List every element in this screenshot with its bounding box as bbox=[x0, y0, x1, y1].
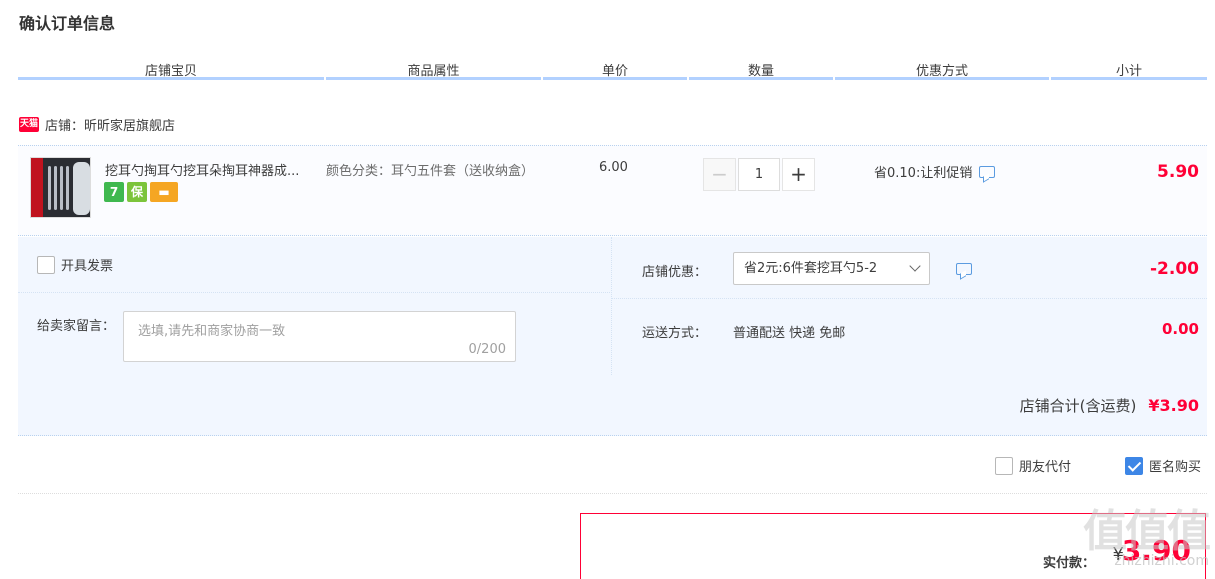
shop-coupon-select[interactable]: 省2元:6件套挖耳勺5-2 bbox=[733, 252, 930, 285]
shop-coupon-value: -2.00 bbox=[1150, 259, 1199, 279]
col-header-item: 店铺宝贝 bbox=[18, 58, 324, 80]
coupon-chat-icon[interactable] bbox=[956, 263, 972, 275]
invoice-checkbox[interactable] bbox=[37, 255, 55, 274]
message-label: 给卖家留言： bbox=[37, 319, 116, 334]
order-extra-panel: 开具发票 给卖家留言： 选填,请先和商家协商一致 0/200 店铺优惠： 省2元… bbox=[18, 237, 1207, 436]
unit-price: 6.00 bbox=[599, 160, 628, 175]
invoice-option[interactable]: 开具发票 bbox=[37, 255, 113, 274]
shipping-method: 普通配送 快递 免邮 bbox=[733, 326, 846, 341]
friend-pay-label: 朋友代付 bbox=[1019, 460, 1072, 475]
shipping-fee: 0.00 bbox=[1161, 320, 1199, 338]
promotion-text: 省0.10:让利促销 bbox=[874, 166, 973, 181]
watermark-url: zhizhizhi.com bbox=[1114, 553, 1209, 569]
shop-name-link[interactable]: 店铺：昕昕家居旗舰店 bbox=[45, 115, 175, 134]
shop-row: 天猫 店铺：昕昕家居旗舰店 bbox=[19, 114, 175, 134]
credit-card-icon[interactable]: ▬ bbox=[150, 182, 178, 202]
product-attribute: 颜色分类：耳勺五件套（送收纳盒） bbox=[326, 164, 535, 179]
message-placeholder: 选填,请先和商家协商一致 bbox=[138, 324, 286, 339]
guarantee-icon[interactable]: 保 bbox=[127, 182, 147, 202]
col-header-subtotal: 小计 bbox=[1051, 58, 1207, 80]
col-header-price: 单价 bbox=[543, 58, 687, 80]
shop-total-label: 店铺合计(含运费) bbox=[1019, 397, 1137, 415]
shop-total: 店铺合计(含运费) ¥3.90 bbox=[1020, 395, 1199, 416]
invoice-label: 开具发票 bbox=[61, 259, 114, 274]
watermark-logo: 值值值 bbox=[1083, 506, 1211, 557]
page-title: 确认订单信息 bbox=[19, 14, 116, 33]
item-subtotal: 5.90 bbox=[1157, 162, 1199, 182]
friend-pay-option[interactable]: 朋友代付 bbox=[995, 456, 1071, 475]
quantity-stepper: − 1 + bbox=[703, 158, 815, 191]
product-thumbnail[interactable] bbox=[30, 157, 91, 218]
seven-day-return-icon[interactable]: 7 bbox=[104, 182, 124, 202]
anonymous-option[interactable]: 匿名购买 bbox=[1125, 456, 1201, 475]
col-header-attribute: 商品属性 bbox=[326, 58, 541, 80]
anonymous-checkbox[interactable] bbox=[1125, 456, 1143, 475]
quantity-input[interactable]: 1 bbox=[738, 158, 780, 191]
promotion-info: 省0.10:让利促销 bbox=[874, 162, 996, 181]
message-char-counter: 0/200 bbox=[468, 342, 506, 357]
shipping-label: 运送方式： bbox=[642, 326, 708, 341]
chevron-down-icon bbox=[909, 260, 921, 272]
anonymous-label: 匿名购买 bbox=[1149, 460, 1202, 475]
col-header-quantity: 数量 bbox=[689, 58, 833, 80]
friend-pay-checkbox[interactable] bbox=[995, 456, 1013, 475]
quantity-plus-button[interactable]: + bbox=[782, 158, 815, 191]
seller-message-input[interactable]: 选填,请先和商家协商一致 0/200 bbox=[123, 311, 516, 362]
order-item-row: 挖耳勺掏耳勺挖耳朵掏耳神器成... 7 保 ▬ 颜色分类：耳勺五件套（送收纳盒）… bbox=[18, 145, 1207, 236]
col-header-discount: 优惠方式 bbox=[835, 58, 1049, 80]
buyer-options-panel: 开具发票 给卖家留言： 选填,请先和商家协商一致 0/200 bbox=[18, 237, 612, 375]
product-title-link[interactable]: 挖耳勺掏耳勺挖耳朵掏耳神器成... bbox=[105, 160, 321, 179]
shop-coupon-selected: 省2元:6件套挖耳勺5-2 bbox=[744, 261, 878, 276]
promotion-chat-icon[interactable] bbox=[979, 165, 996, 178]
shop-total-value: ¥3.90 bbox=[1148, 396, 1199, 415]
quantity-minus-button[interactable]: − bbox=[703, 158, 736, 191]
shop-coupon-label: 店铺优惠： bbox=[642, 265, 708, 280]
service-icons: 7 保 ▬ bbox=[104, 182, 178, 202]
tmall-icon: 天猫 bbox=[19, 116, 39, 132]
